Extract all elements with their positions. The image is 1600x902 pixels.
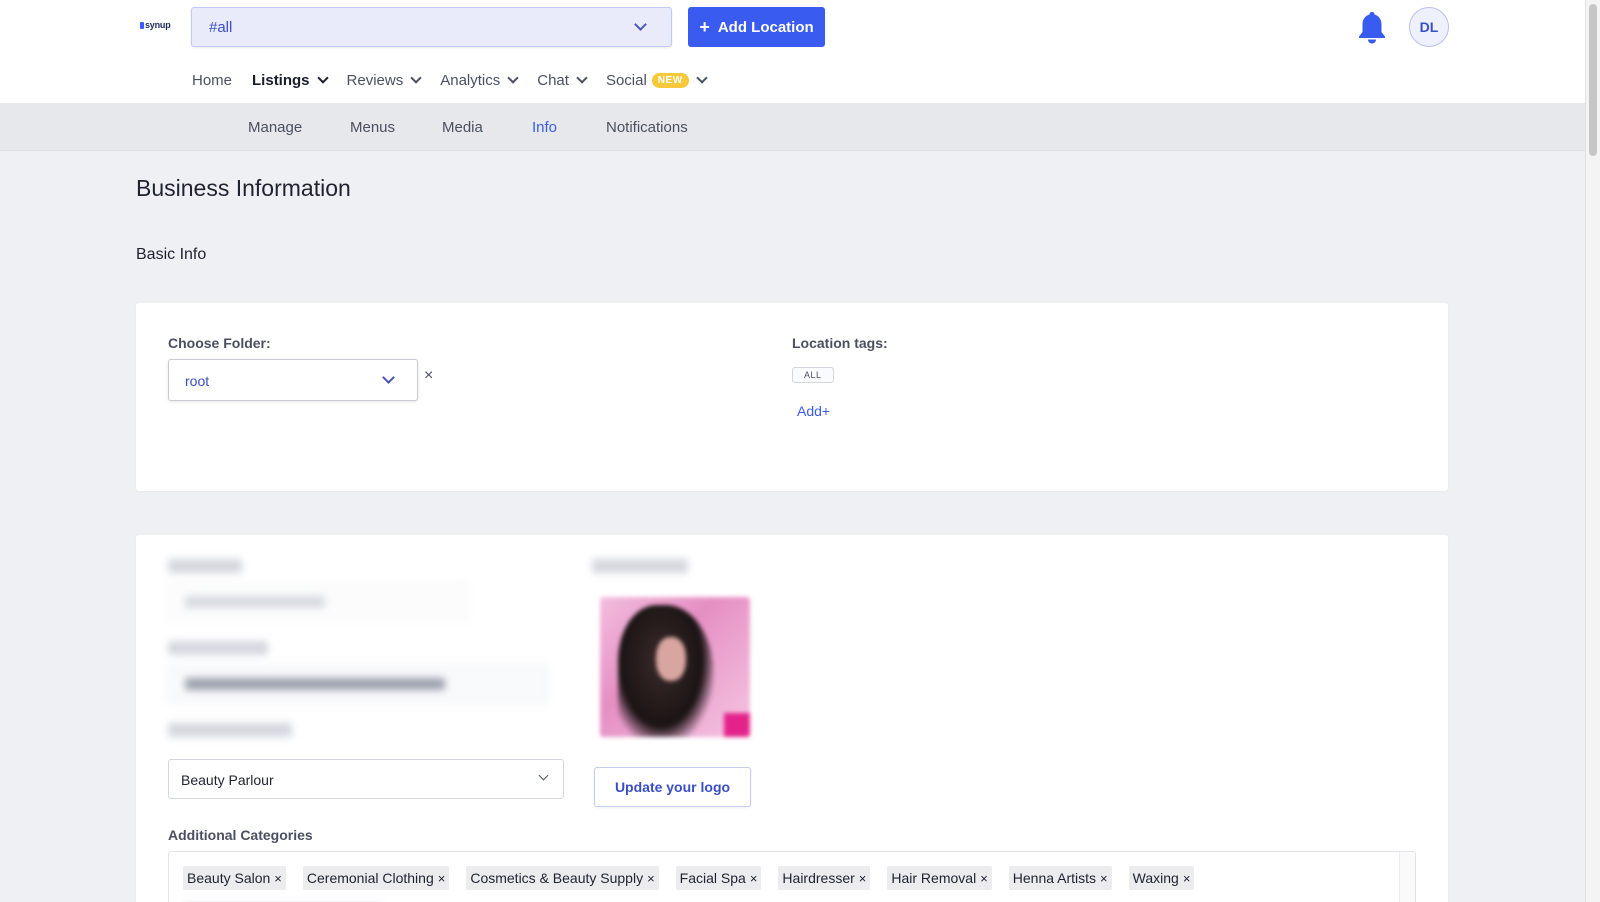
- plus-icon: +: [699, 17, 710, 37]
- chevron-down-icon: [634, 18, 647, 31]
- obscured-label: [168, 723, 292, 737]
- category-chip-label: Beauty Salon: [187, 870, 271, 886]
- remove-chip-icon[interactable]: ×: [1183, 871, 1191, 886]
- clear-folder-icon[interactable]: ×: [424, 367, 433, 385]
- category-chip[interactable]: Henna Artists ×: [1008, 866, 1112, 890]
- remove-chip-icon[interactable]: ×: [438, 871, 446, 886]
- chevron-down-icon: [538, 770, 549, 781]
- tab-menus[interactable]: Menus: [350, 119, 395, 136]
- page-title: Business Information: [136, 175, 351, 201]
- choose-folder-label: Choose Folder:: [168, 335, 271, 351]
- category-chip-label: Facial Spa: [679, 870, 746, 886]
- sub-nav: Manage Menus Media Info Notifications: [0, 103, 1585, 151]
- add-tag-link[interactable]: Add+: [797, 403, 830, 419]
- category-chip[interactable]: Beauty Salon ×: [183, 866, 286, 890]
- location-select-value: #all: [209, 19, 233, 36]
- obscured-input[interactable]: [168, 583, 468, 621]
- tab-notifications[interactable]: Notifications: [606, 119, 688, 136]
- new-badge: NEW: [651, 72, 689, 88]
- obscured-label: [592, 559, 688, 573]
- chevron-down-icon: [507, 71, 519, 84]
- nav-analytics[interactable]: Analytics: [440, 71, 519, 89]
- additional-categories-label: Additional Categories: [168, 827, 313, 843]
- remove-chip-icon[interactable]: ×: [750, 871, 758, 886]
- tab-manage[interactable]: Manage: [248, 119, 302, 136]
- bell-icon[interactable]: [1357, 10, 1387, 44]
- folder-card: Choose Folder: root × Location tags: ALL…: [136, 303, 1448, 491]
- category-chip[interactable]: Ceremonial Clothing ×: [302, 866, 450, 890]
- chevron-down-icon: [316, 71, 329, 84]
- primary-category-select[interactable]: Beauty Parlour: [168, 759, 564, 799]
- category-chip[interactable]: Cosmetics & Beauty Supply ×: [466, 866, 659, 890]
- chevron-down-icon: [410, 71, 422, 84]
- main-nav: Home Listings Reviews Analytics Chat Soc…: [192, 68, 726, 92]
- section-title: Basic Info: [136, 246, 207, 263]
- chevron-down-icon: [382, 371, 395, 384]
- category-chip-label: Cosmetics & Beauty Supply: [470, 870, 644, 886]
- nav-home[interactable]: Home: [192, 72, 232, 89]
- update-logo-button[interactable]: Update your logo: [594, 767, 751, 807]
- chevron-down-icon: [695, 71, 708, 84]
- business-card: Beauty Parlour Update your logo Addition…: [136, 535, 1448, 902]
- synup-logo[interactable]: synup: [140, 20, 171, 30]
- obscured-label: [168, 641, 268, 655]
- category-chip-label: Henna Artists: [1012, 870, 1097, 886]
- category-chip-label: Ceremonial Clothing: [306, 870, 434, 886]
- add-location-button[interactable]: + Add Location: [688, 7, 825, 47]
- location-tags-label: Location tags:: [792, 335, 888, 351]
- chevron-down-icon: [576, 71, 588, 84]
- category-chip[interactable]: Hairdresser ×: [778, 866, 871, 890]
- obscured-input[interactable]: [168, 665, 548, 703]
- remove-chip-icon[interactable]: ×: [1100, 871, 1108, 886]
- nav-listings[interactable]: Listings: [252, 71, 329, 89]
- category-chip-label: Hairdresser: [782, 870, 855, 886]
- tab-media[interactable]: Media: [442, 119, 483, 136]
- category-chip-label: Waxing: [1132, 870, 1179, 886]
- obscured-label: [168, 559, 242, 573]
- top-header: synup #all + Add Location DL Home Listin…: [0, 0, 1585, 103]
- folder-select-value: root: [185, 373, 210, 389]
- page-scrollbar[interactable]: [1585, 0, 1600, 902]
- nav-reviews[interactable]: Reviews: [347, 71, 422, 89]
- scrollbar-thumb[interactable]: [1589, 4, 1597, 156]
- remove-chip-icon[interactable]: ×: [980, 871, 988, 886]
- category-chips: Beauty Salon × Ceremonial Clothing × Cosmeti…: [183, 866, 1195, 890]
- business-logo-image: [600, 597, 750, 737]
- folder-select[interactable]: root: [168, 359, 418, 401]
- remove-chip-icon[interactable]: ×: [859, 871, 867, 886]
- location-select[interactable]: #all: [191, 7, 672, 47]
- category-chip-label: Hair Removal: [891, 870, 977, 886]
- tab-info[interactable]: Info: [532, 119, 557, 136]
- nav-chat[interactable]: Chat: [537, 71, 588, 89]
- user-avatar[interactable]: DL: [1409, 7, 1449, 47]
- chips-scrollbar[interactable]: [1399, 852, 1415, 902]
- remove-chip-icon[interactable]: ×: [274, 871, 282, 886]
- category-chip[interactable]: Hair Removal ×: [887, 866, 992, 890]
- category-chip[interactable]: Facial Spa ×: [675, 866, 762, 890]
- remove-chip-icon[interactable]: ×: [647, 871, 655, 886]
- nav-social[interactable]: Social NEW: [606, 71, 708, 89]
- location-tag[interactable]: ALL: [792, 367, 834, 383]
- additional-categories-input[interactable]: Beauty Salon × Ceremonial Clothing × Cosmeti…: [168, 851, 1416, 902]
- primary-category-value: Beauty Parlour: [181, 772, 274, 788]
- category-chip[interactable]: Waxing ×: [1128, 866, 1195, 890]
